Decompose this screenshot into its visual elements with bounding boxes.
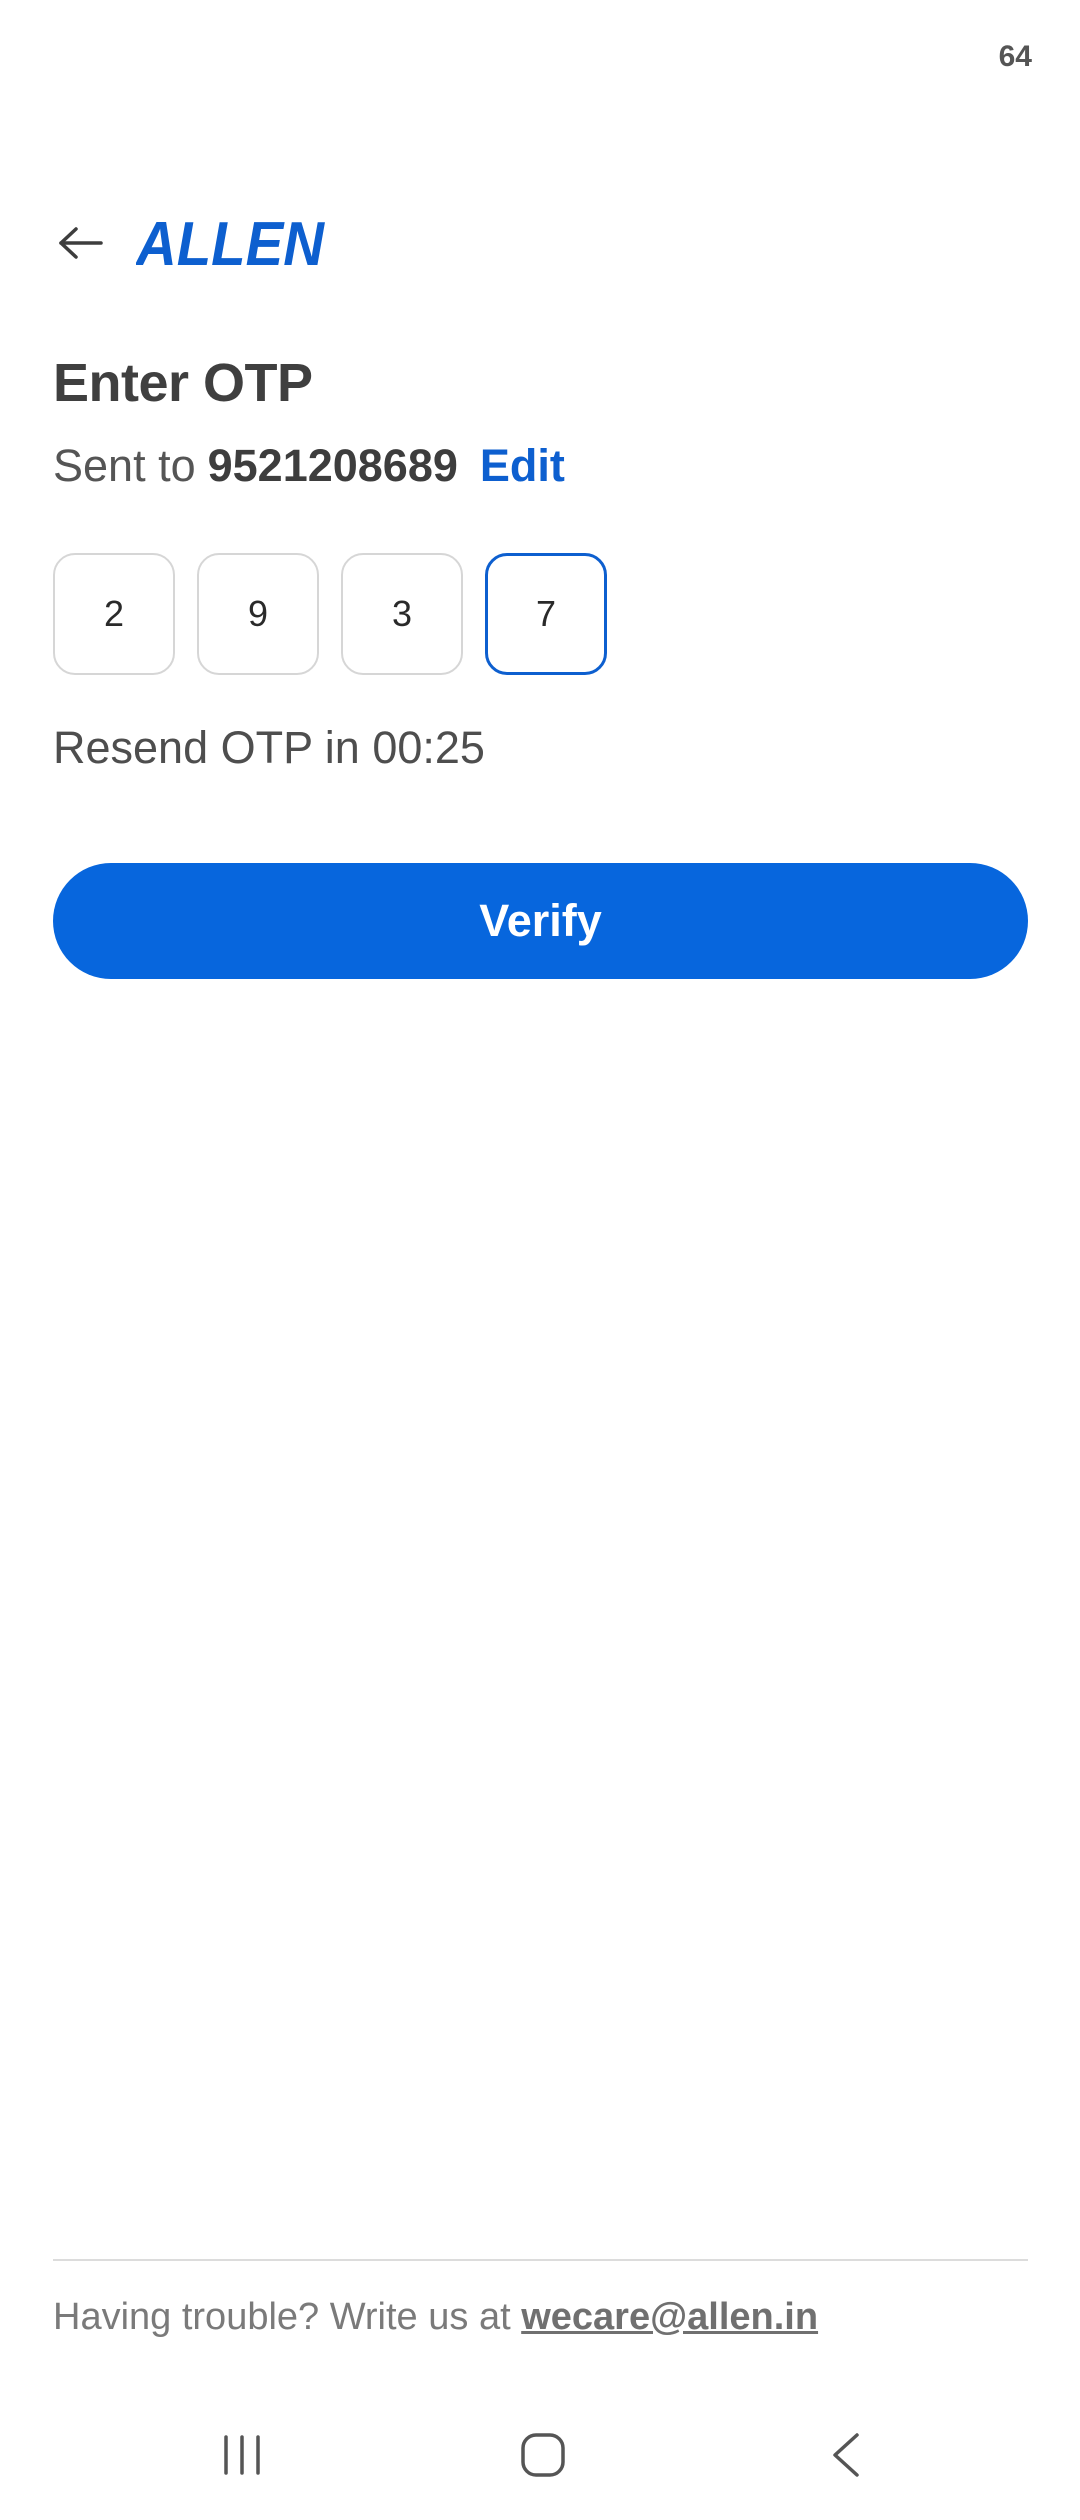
header: ALLEN [52, 200, 328, 286]
allen-logo: ALLEN [136, 208, 328, 278]
verify-button[interactable]: Verify [53, 863, 1028, 979]
page-title: Enter OTP [53, 353, 313, 413]
otp-digit-4[interactable]: 7 [485, 553, 607, 675]
otp-digit-3[interactable]: 3 [341, 553, 463, 675]
footer-divider [53, 2259, 1028, 2261]
recents-button[interactable] [202, 2420, 282, 2490]
arrow-left-icon [59, 227, 103, 259]
nav-back-button[interactable] [806, 2420, 886, 2490]
help-label: Having trouble? Write us at [53, 2296, 511, 2338]
sent-to-row: Sent to 9521208689 Edit [53, 440, 565, 492]
help-text: Having trouble? Write us at wecare@allen… [53, 2296, 818, 2339]
status-number: 64 [998, 40, 1032, 73]
chevron-left-icon [833, 2433, 859, 2477]
support-email-link[interactable]: wecare@allen.in [521, 2296, 818, 2338]
home-button[interactable] [503, 2420, 583, 2490]
phone-number: 9521208689 [207, 440, 458, 491]
otp-digit-1[interactable]: 2 [53, 553, 175, 675]
otp-digit-2[interactable]: 9 [197, 553, 319, 675]
resend-timer: Resend OTP in 00:25 [53, 722, 485, 773]
recents-icon [224, 2435, 260, 2475]
status-bar: 64 [0, 0, 1080, 110]
back-button[interactable] [52, 215, 108, 271]
logo-text: ALLEN [136, 213, 325, 273]
sent-to-label: Sent to [53, 440, 196, 491]
system-nav-bar [0, 2390, 1080, 2520]
edit-link[interactable]: Edit [480, 440, 565, 492]
otp-input-group: 2 9 3 7 [53, 553, 607, 675]
home-icon [521, 2433, 565, 2477]
